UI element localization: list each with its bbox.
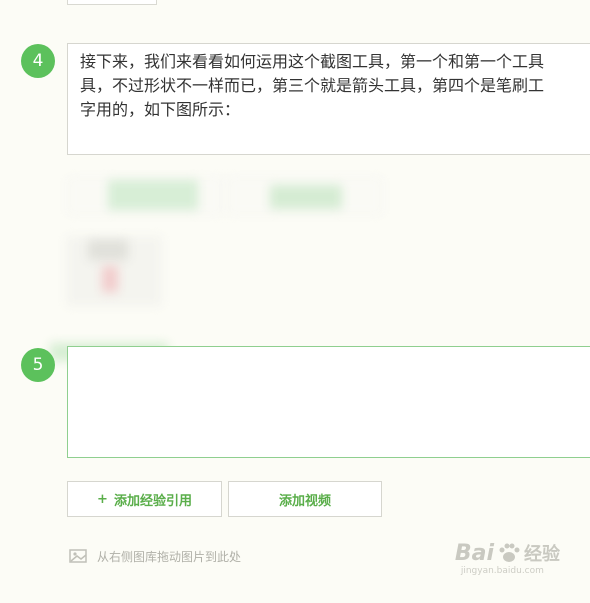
add-reference-button[interactable]: + 添加经验引用 xyxy=(67,481,222,517)
step-number-badge: 4 xyxy=(21,44,55,78)
thumbnail-3-content-b xyxy=(102,266,118,292)
thumbnail-1-content xyxy=(108,180,198,210)
watermark-brand-cn: 经验 xyxy=(524,544,560,565)
step-5-text-editor[interactable] xyxy=(67,346,590,458)
add-video-label: 添加视频 xyxy=(278,493,331,509)
image-icon xyxy=(69,549,87,563)
step-4-line-1: 接下来，我们来看看如何运用这个截图工具，第一个和第一个工具 xyxy=(80,52,545,71)
step-number-badge: 5 xyxy=(21,348,55,382)
plus-icon: + xyxy=(97,491,108,507)
add-reference-label: 添加经验引用 xyxy=(113,493,192,509)
watermark-brand: Bai xyxy=(454,540,494,566)
drag-hint-text: 从右侧图库拖动图片到此处 xyxy=(97,549,242,564)
step-4-text-editor[interactable]: 接下来，我们来看看如何运用这个截图工具，第一个和第一个工具 具，不过形状不一样而… xyxy=(67,43,590,155)
thumbnail-2-content xyxy=(270,185,342,209)
watermark-url: jingyan.baidu.com xyxy=(460,566,544,576)
paw-logo-icon xyxy=(499,543,520,562)
baidu-jingyan-watermark: Bai 经验 jingyan.baidu.com xyxy=(454,540,560,577)
image-drop-hint: 从右侧图库拖动图片到此处 xyxy=(69,546,241,566)
thumbnail-3-content-a xyxy=(88,240,128,260)
add-video-button[interactable]: 添加视频 xyxy=(228,481,382,517)
step-4-line-2: 具，不过形状不一样而已，第三个就是箭头工具，第四个是笔刷工 xyxy=(80,76,545,95)
previous-image-frame xyxy=(67,0,157,5)
step-4-line-3: 字用的，如下图所示： xyxy=(80,100,241,119)
